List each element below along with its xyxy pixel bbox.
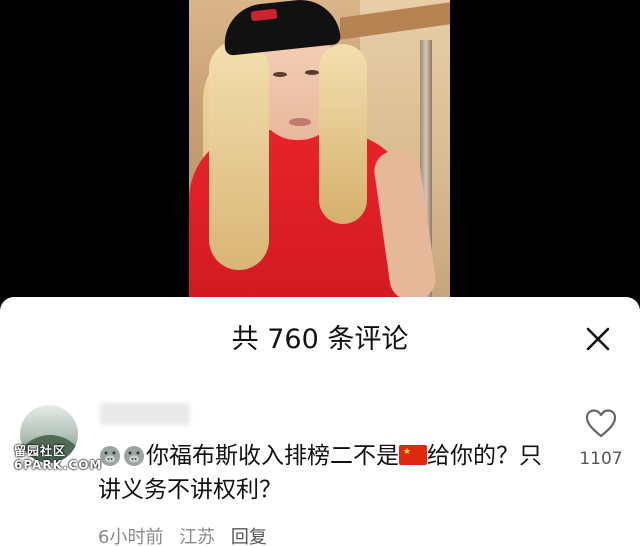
watermark: 留园社区 6PARK.COM [14, 444, 102, 472]
video-frame [189, 0, 450, 300]
like-button[interactable]: 1107 [578, 407, 624, 469]
comments-count-title: 共 760 条评论 [231, 324, 409, 355]
watermark-line1: 留园社区 [14, 444, 67, 458]
like-count: 1107 [579, 449, 623, 469]
username-blurred[interactable] [100, 403, 190, 425]
close-icon[interactable] [580, 321, 616, 357]
video-player[interactable] [0, 0, 640, 300]
comment-location: 江苏 [179, 527, 216, 546]
person-eye [273, 72, 287, 77]
comment-time: 6小时前 [98, 527, 164, 546]
person-eye [305, 70, 319, 75]
reply-button[interactable]: 回复 [231, 527, 267, 546]
china-flag-emoji: ★ [399, 445, 427, 465]
comment-meta: 6小时前 江苏 回复 [98, 523, 277, 546]
person-hair-front [209, 40, 269, 270]
comment-text: 你福布斯收入排榜二不是 ★ 给你的？只讲义务不讲权利？ [98, 439, 548, 507]
person-hair-front [319, 44, 367, 224]
watermark-line2: 6PARK.COM [14, 458, 103, 472]
heart-icon [585, 409, 617, 438]
person-lips [289, 118, 311, 126]
comments-sheet: 共 760 条评论 你福布斯收入排榜二不是 ★ 给你的？只讲义务不讲权利？ 6小时前… [0, 297, 640, 546]
comment-text-part1: 你福布斯收入排榜二不是 [146, 443, 399, 469]
pig-face-emoji [122, 443, 146, 467]
